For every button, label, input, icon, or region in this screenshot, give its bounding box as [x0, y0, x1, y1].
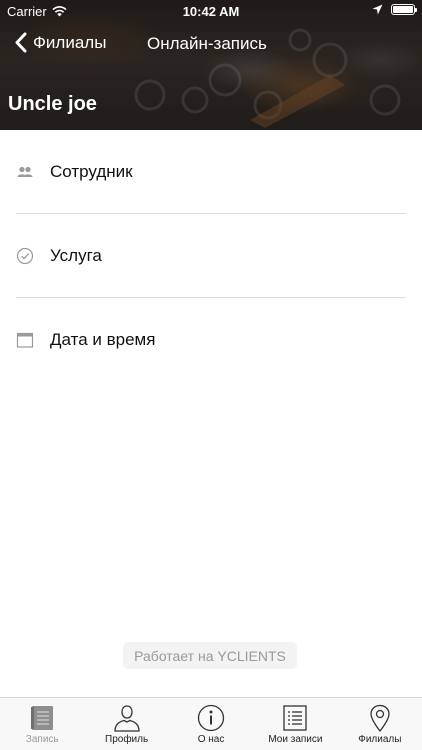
tab-label: Профиль: [105, 734, 149, 745]
tab-label: Филиалы: [358, 734, 402, 745]
tab-bar: Запись Профиль О нас Мои записи Филиалы: [0, 697, 422, 750]
status-bar: Carrier 10:42 AM: [0, 0, 422, 22]
book-icon: [31, 706, 54, 730]
battery-level: [393, 6, 413, 13]
back-button[interactable]: Филиалы: [14, 32, 106, 53]
back-button-label: Филиалы: [33, 32, 107, 52]
branch-header: Carrier 10:42 AM Филиалы Онлайн-запись U…: [0, 0, 422, 130]
clock: 10:42 AM: [182, 4, 240, 19]
info-icon: [197, 704, 225, 732]
branch-name: Uncle joe: [8, 93, 97, 115]
tab-label: О нас: [197, 734, 225, 745]
tab-my-bookings[interactable]: Мои записи: [253, 698, 337, 750]
navigation-bar: Филиалы Онлайн-запись: [0, 22, 422, 66]
list-item-label: Услуга: [50, 246, 102, 265]
calendar-icon: [16, 332, 34, 348]
list-item-service[interactable]: Услуга: [0, 214, 422, 298]
list-item-label: Сотрудник: [50, 162, 133, 181]
location-arrow-icon: [372, 4, 383, 15]
battery-icon: [391, 4, 417, 15]
list-item-label: Дата и время: [50, 330, 156, 349]
tab-about[interactable]: О нас: [169, 698, 253, 750]
tab-label: Мои записи: [268, 734, 323, 745]
page-title: Онлайн-запись: [147, 34, 267, 53]
app-screen: Carrier 10:42 AM Филиалы Онлайн-запись U…: [0, 0, 422, 750]
list-item-employee[interactable]: Сотрудник: [0, 130, 422, 214]
map-pin-icon: [370, 704, 390, 733]
person-icon: [113, 705, 140, 732]
people-icon: [17, 166, 33, 177]
tab-booking[interactable]: Запись: [0, 698, 84, 750]
booking-options-list: Сотрудник Услуга Дата и время: [0, 130, 422, 382]
chevron-left-icon: [15, 32, 27, 53]
check-circle-icon: [16, 247, 34, 265]
tab-label: Запись: [25, 734, 59, 745]
powered-by-badge[interactable]: Работает на YCLIENTS: [123, 642, 297, 669]
list-item-datetime[interactable]: Дата и время: [0, 298, 422, 382]
tab-profile[interactable]: Профиль: [84, 698, 168, 750]
list-icon: [283, 705, 308, 731]
status-right-indicators: [372, 4, 417, 15]
tab-branches[interactable]: Филиалы: [338, 698, 422, 750]
